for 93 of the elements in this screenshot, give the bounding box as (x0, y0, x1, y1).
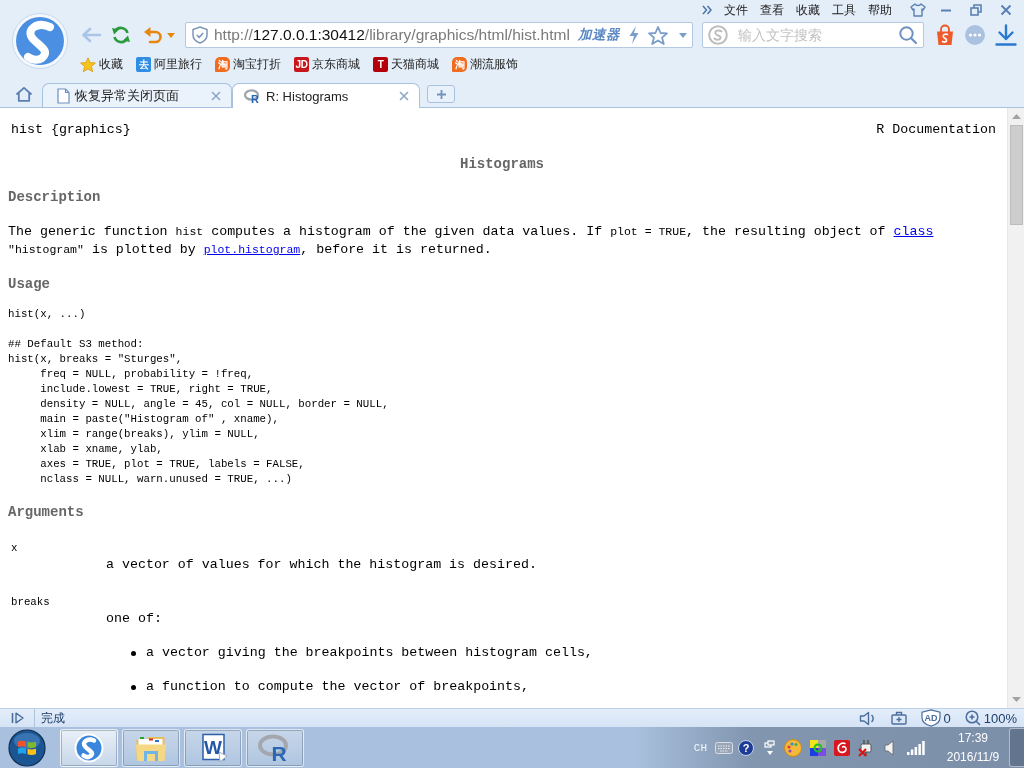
site-icon: 淘 (452, 57, 467, 72)
menu-item[interactable]: 收藏 (796, 2, 820, 18)
search-field[interactable]: 输入文字搜索 (702, 22, 924, 48)
menu-item[interactable]: 工具 (832, 2, 856, 18)
restore-icon[interactable] (970, 4, 982, 16)
star-icon[interactable] (648, 25, 668, 45)
section-heading: Usage (8, 275, 51, 293)
page-title: Histograms (459, 155, 545, 173)
menu-item[interactable]: 文件 (724, 2, 748, 18)
close-icon[interactable] (1000, 4, 1012, 16)
menu-item[interactable]: 查看 (760, 2, 784, 18)
tshirt-icon[interactable] (910, 3, 926, 17)
scroll-down-icon[interactable] (1011, 697, 1021, 702)
argument-description: a vector of values for which the histogram is desired. (106, 556, 538, 574)
undo-icon[interactable] (143, 26, 163, 44)
scroll-up-icon[interactable] (1011, 114, 1021, 119)
toolbox-icon[interactable] (890, 711, 907, 725)
link[interactable]: plot.histogram (203, 243, 301, 256)
window-caret-icon[interactable] (764, 739, 776, 756)
volume-icon[interactable] (884, 739, 894, 756)
signal-icon[interactable] (907, 740, 925, 755)
site-icon: 淘 (215, 57, 230, 72)
scrollbar-thumb[interactable] (1009, 125, 1023, 225)
accelerator-button[interactable]: 加速器 (578, 26, 620, 44)
caret-down-icon[interactable] (167, 32, 175, 38)
zoom-button[interactable]: 100% (964, 710, 1017, 726)
ad-shield-icon: AD (920, 709, 941, 727)
bookmark[interactable]: 收藏 (80, 56, 123, 73)
zoom-in-icon (964, 710, 981, 726)
start-orb-icon[interactable] (8, 728, 46, 767)
search-icon[interactable] (899, 26, 917, 44)
show-desktop-button[interactable] (1009, 728, 1024, 767)
ad-block-button[interactable]: AD 0 (920, 709, 951, 727)
argument-name: breaks (10, 595, 51, 610)
usage-code: hist(x, ...) ## Default S3 method: hist(x, breaks = "Sturges", freq = NULL, probability = !freq, include.lowest = TRUE, right = TRUE, density = NULL, angle = 45, col = NULL, border = NULL, main = paste("Histogram of" , xname), xlim = range(breaks), ylim = NULL, xlab = xname, ylab, axes = TRUE, plot = TRUE, labels = FALSE, nclass = NULL, warn.unused = TRUE, ...) (8, 307, 390, 487)
argument-description: one of: (106, 610, 163, 628)
home-icon[interactable] (15, 86, 33, 102)
section-heading: Description (8, 188, 102, 206)
squares-icon[interactable] (810, 739, 826, 756)
search-input[interactable]: 输入文字搜索 (738, 27, 899, 43)
argument-name: x (10, 541, 19, 556)
menu-item[interactable]: 帮助 (868, 2, 892, 18)
download-icon[interactable] (995, 24, 1017, 46)
link[interactable]: class (893, 224, 934, 239)
help-icon[interactable]: ? (738, 739, 754, 756)
list-item-text: a vector giving the breakpoints between histogram cells, (146, 644, 593, 662)
documentation-label: R Documentation (876, 121, 996, 139)
package-label: hist {graphics} (11, 121, 131, 139)
close-icon[interactable] (211, 90, 221, 101)
speaker-icon[interactable] (858, 710, 876, 726)
plus-icon (435, 88, 447, 100)
taskbar-button[interactable] (122, 728, 180, 767)
logo-icon (12, 13, 68, 69)
page-icon (57, 87, 70, 104)
minimize-icon[interactable] (940, 8, 952, 12)
site-icon: T (373, 57, 388, 72)
site-icon: JD (294, 57, 309, 72)
engine-logo-icon (708, 25, 728, 45)
star-icon (80, 56, 96, 73)
palette-icon[interactable] (784, 738, 802, 757)
keyboard-icon[interactable] (715, 741, 733, 754)
double-chevron-icon[interactable] (702, 5, 712, 15)
section-heading: Arguments (8, 503, 85, 521)
bullet-icon (131, 650, 136, 656)
address-field[interactable]: http://127.0.0.1:30412/library/graphics/html/hist.html 加速器 (185, 22, 693, 48)
more-icon[interactable] (965, 25, 985, 45)
plug-icon[interactable] (858, 738, 874, 757)
swirl-icon[interactable] (834, 739, 850, 756)
new-tab-button[interactable] (427, 85, 455, 103)
scrollbar[interactable] (1007, 108, 1024, 708)
tab[interactable]: 恢复异常关闭页面 (42, 83, 232, 107)
bookmark[interactable]: T 天猫商城 (373, 56, 439, 73)
status-text: 完成 (41, 709, 65, 727)
bookmark[interactable]: 淘 潮流服饰 (452, 56, 518, 73)
tab[interactable]: R R: Histograms (232, 83, 420, 108)
taskbar-button[interactable]: W (184, 728, 242, 767)
bookmark[interactable]: JD 京东商城 (294, 56, 360, 73)
lightning-icon[interactable] (628, 26, 640, 44)
sidebar-toggle-icon[interactable] (11, 712, 24, 724)
bookmark[interactable]: 去 阿里旅行 (136, 56, 202, 73)
caret-down-icon[interactable] (679, 32, 687, 38)
r-logo-icon: R (244, 89, 261, 103)
bullet-icon (131, 684, 136, 690)
bookmark[interactable]: 淘 淘宝打折 (215, 56, 281, 73)
site-icon: 去 (136, 57, 151, 72)
shield-icon (192, 26, 208, 44)
taskbar-button[interactable] (60, 728, 118, 767)
close-icon[interactable] (399, 91, 409, 101)
logo-icon (74, 732, 104, 763)
description-text: The generic function hist computes a histogram of the given data values. If plot = TRUE, the resulting object of class "histogram" is plotted by plot.histogram, before it is returned. (8, 223, 935, 259)
list-item-text: a function to compute the vector of breakpoints, (146, 678, 529, 696)
shopping-bag-icon[interactable] (935, 24, 955, 46)
refresh-icon[interactable] (111, 25, 131, 45)
